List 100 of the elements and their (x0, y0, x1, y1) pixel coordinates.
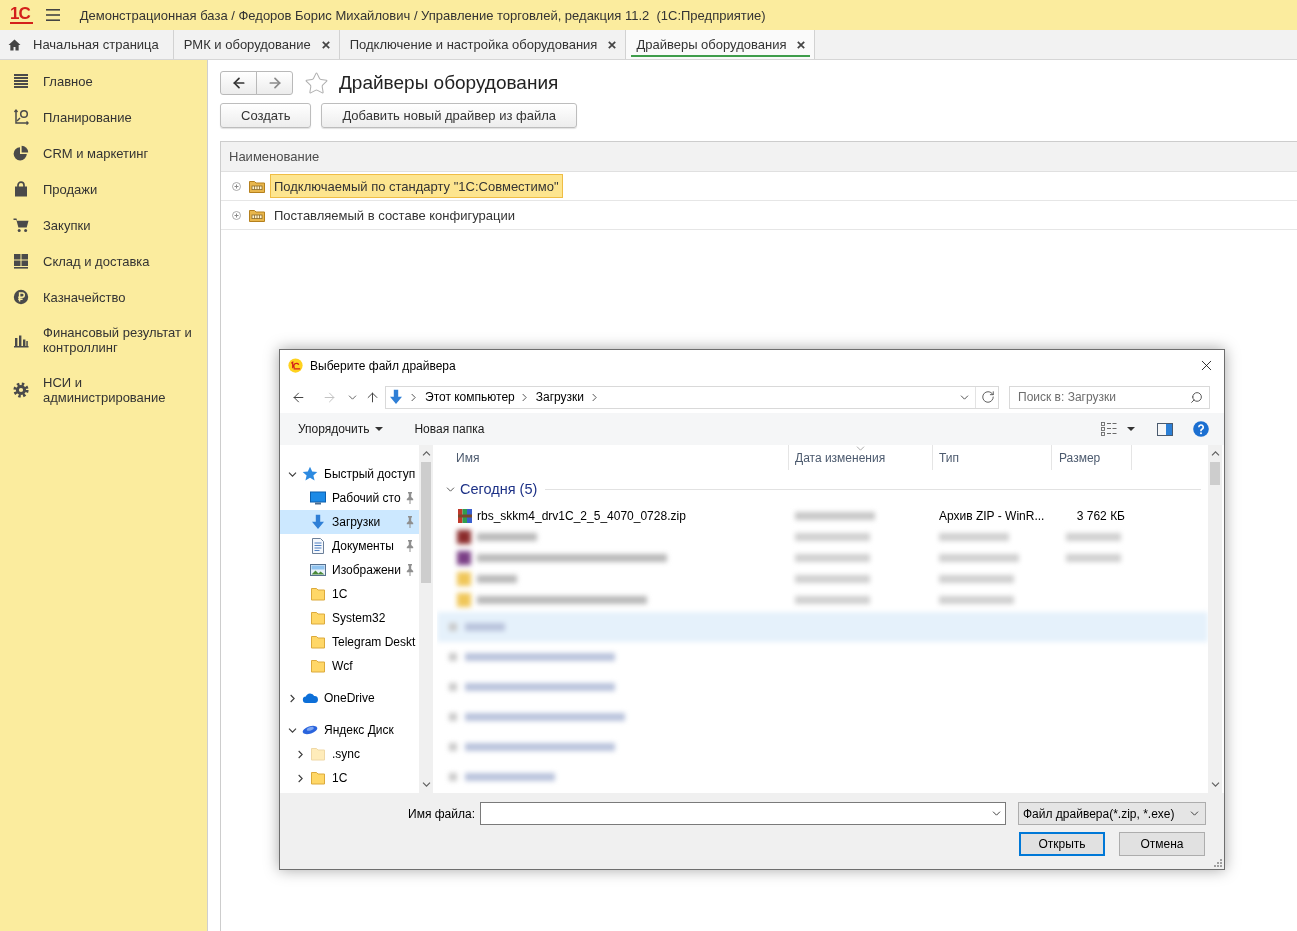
sidebar-item[interactable]: Казначейство (0, 279, 207, 315)
chart-icon (13, 109, 29, 125)
tab[interactable]: РМК и оборудование (173, 30, 340, 59)
tree-row[interactable]: Подключаемый по стандарту "1С:Совместимо" (221, 172, 1297, 201)
star-icon (302, 466, 318, 482)
dialog-button[interactable]: Открыть (1019, 832, 1105, 856)
help-icon[interactable] (1193, 421, 1209, 437)
app-logo: 1С (10, 6, 33, 24)
tree-row[interactable]: Поставляемый в составе конфигурации (221, 201, 1297, 230)
sidebar-item[interactable]: Главное (0, 63, 207, 99)
chevron-right-icon[interactable] (297, 749, 303, 759)
nav-item[interactable]: Быстрый доступ (280, 462, 419, 486)
close-icon[interactable] (321, 40, 330, 49)
refresh-icon[interactable] (981, 390, 995, 404)
search-field[interactable]: Поиск в: Загрузки (1009, 385, 1210, 409)
chevron-down-icon[interactable] (992, 811, 1001, 816)
download-arrow-icon (388, 389, 404, 405)
nav-item[interactable]: 1C (280, 766, 419, 790)
nav-item[interactable]: Рабочий сто (280, 486, 419, 510)
chevron-right-icon[interactable] (297, 773, 303, 783)
nav-item[interactable]: Документы (280, 534, 419, 558)
column-header[interactable]: Тип (933, 445, 1052, 470)
file-name[interactable]: rbs_skkm4_drv1C_2_5_4070_0728.zip (477, 509, 686, 523)
tab[interactable]: Начальная страница (0, 30, 174, 59)
shopping-cart-icon (13, 217, 29, 233)
nav-item[interactable]: OneDrive (280, 686, 419, 710)
download-arrow-icon (310, 514, 326, 530)
home-icon (8, 38, 21, 51)
scrollbar-thumb[interactable] (421, 462, 431, 583)
tab[interactable]: Драйверы оборудования (626, 30, 816, 59)
chevron-down-icon[interactable] (960, 394, 969, 400)
folder-icon (310, 658, 326, 674)
organize-button[interactable]: Упорядочить (298, 422, 384, 436)
chevron-down-icon (855, 446, 865, 451)
chevron-down-icon[interactable] (421, 782, 431, 787)
nav-item[interactable]: Загрузки (280, 510, 419, 534)
group-label[interactable]: Сегодня (5) (460, 481, 538, 497)
nav-item[interactable]: Telegram Deskt (280, 630, 419, 654)
scrollbar[interactable] (419, 445, 433, 793)
chevron-down-icon[interactable] (287, 727, 297, 733)
folder-icon (310, 586, 326, 602)
column-header[interactable]: Наименование (229, 149, 320, 164)
column-header[interactable]: Имя (437, 445, 789, 470)
chevron-down-icon[interactable] (1190, 811, 1199, 816)
monitor-icon (310, 490, 326, 506)
chevron-up-icon[interactable] (1210, 451, 1220, 456)
gear-icon (13, 382, 29, 398)
resize-grip-icon[interactable] (1213, 858, 1222, 867)
row-label[interactable]: Поставляемый в составе конфигурации (270, 203, 519, 227)
file-type-select[interactable]: Файл драйвера(*.zip, *.exe) (1018, 802, 1206, 825)
sidebar-item[interactable]: Продажи (0, 171, 207, 207)
row-label[interactable]: Подключаемый по стандарту "1С:Совместимо" (270, 174, 563, 198)
nav-item[interactable]: Яндекс Диск (280, 718, 419, 742)
folder-icon (310, 634, 326, 650)
scrollbar[interactable] (1208, 445, 1222, 793)
back-button[interactable] (220, 71, 257, 95)
chevron-down-icon[interactable] (287, 471, 297, 477)
nav-item[interactable]: Изображени (280, 558, 419, 582)
column-header[interactable]: Размер (1052, 445, 1132, 470)
close-icon[interactable] (797, 40, 806, 49)
search-icon[interactable] (1190, 390, 1203, 404)
new-folder-button[interactable]: Новая папка (414, 422, 485, 436)
preview-pane-icon[interactable] (1157, 422, 1173, 436)
sidebar-item[interactable]: Закупки (0, 207, 207, 243)
sidebar-item[interactable]: НСИ и администрирование (0, 365, 207, 415)
grid-icon (13, 253, 29, 269)
breadcrumb[interactable]: Загрузки (535, 390, 585, 404)
pie-chart-icon (13, 145, 29, 161)
sidebar-item[interactable]: Финансовый результат и контроллинг (0, 315, 207, 365)
close-icon[interactable] (608, 40, 617, 49)
nav-item[interactable]: System32 (280, 606, 419, 630)
nav-item[interactable]: 1C (280, 582, 419, 606)
column-header[interactable]: Дата изменения (789, 445, 933, 470)
chevron-up-icon[interactable] (421, 451, 431, 456)
plus-icon[interactable] (232, 210, 241, 220)
command-button[interactable]: Создать (220, 103, 312, 128)
sidebar-item[interactable]: CRM и маркетинг (0, 135, 207, 171)
breadcrumb[interactable]: Этот компьютер (425, 390, 515, 404)
page-title: Драйверы оборудования (339, 72, 559, 94)
document-icon (310, 538, 326, 554)
nav-item[interactable]: Wcf (280, 654, 419, 678)
sidebar-item[interactable]: Склад и доставка (0, 243, 207, 279)
chevron-down-icon[interactable] (446, 486, 455, 492)
dialog-button[interactable]: Отмена (1119, 832, 1205, 856)
list-icon (13, 73, 29, 89)
star-icon[interactable] (304, 70, 329, 96)
view-list-icon[interactable] (1101, 422, 1117, 436)
dialog-title: Выберите файл драйвера (310, 358, 456, 373)
chevron-down-icon[interactable] (1210, 782, 1220, 787)
menu-icon[interactable] (45, 9, 60, 21)
nav-item[interactable]: .sync (280, 742, 419, 766)
file-name-field[interactable] (480, 802, 1006, 825)
sidebar-item[interactable]: Планирование (0, 99, 207, 135)
command-button[interactable]: Добавить новый драйвер из файла (321, 103, 577, 128)
chevron-right-icon[interactable] (289, 693, 295, 703)
folder-icon (310, 610, 326, 626)
address-bar[interactable]: Этот компьютер Загрузки (385, 385, 999, 409)
scrollbar-thumb[interactable] (1210, 462, 1220, 485)
plus-icon[interactable] (232, 181, 241, 191)
field-label: Имя файла: (408, 806, 475, 821)
